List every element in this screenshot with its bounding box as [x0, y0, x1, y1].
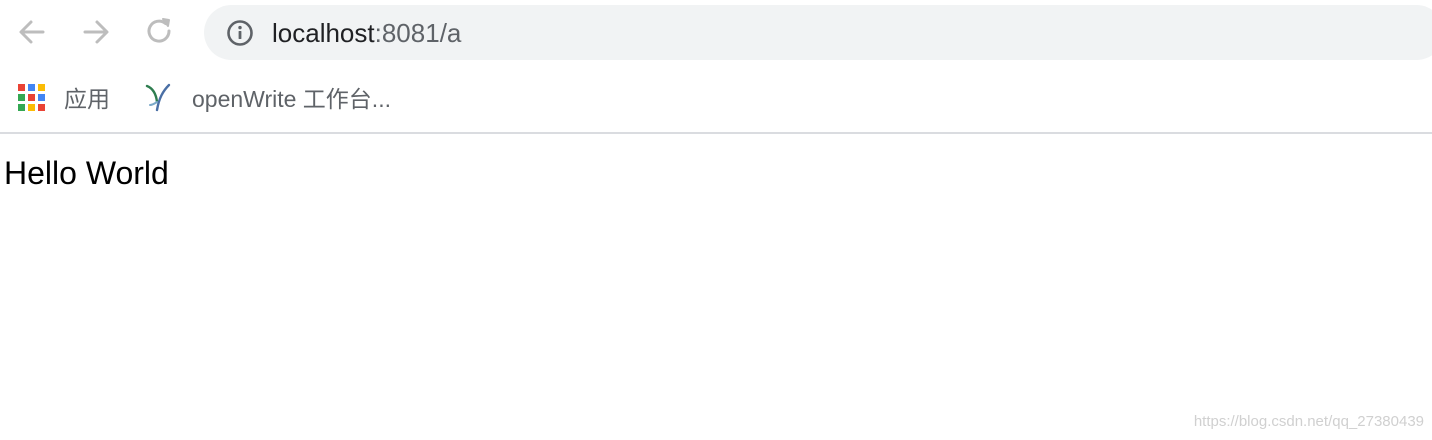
bookmark-apps[interactable]: 应用: [18, 80, 110, 114]
reload-button[interactable]: [142, 14, 178, 50]
watermark: https://blog.csdn.net/qq_27380439: [1193, 413, 1424, 430]
browser-toolbar: localhost:8081/a: [0, 0, 1432, 66]
body-text: Hello World: [4, 155, 169, 191]
address-bar[interactable]: localhost:8081/a: [204, 5, 1432, 60]
reload-icon: [147, 18, 171, 43]
bookmark-openwrite[interactable]: openWrite 工作台...: [143, 80, 391, 114]
apps-grid-dot: [28, 103, 35, 111]
forward-button[interactable]: [78, 14, 114, 50]
openwrite-leaf-icon: [145, 83, 171, 112]
url-path: :8081/a: [374, 18, 462, 48]
apps-grid-dot: [28, 83, 35, 91]
page-content: Hello World: [0, 134, 1432, 440]
apps-grid-icon: [18, 83, 45, 111]
url-text[interactable]: localhost:8081/a: [272, 18, 461, 48]
apps-grid-dot: [38, 83, 45, 91]
bookmark-apps-label: 应用: [64, 86, 110, 112]
bookmark-openwrite-label: openWrite 工作台...: [192, 86, 391, 112]
arrow-right-icon: [83, 20, 109, 44]
url-host: localhost: [272, 18, 375, 48]
apps-grid-dot: [28, 93, 35, 101]
back-button[interactable]: [14, 14, 50, 50]
apps-grid-dot: [18, 93, 25, 101]
apps-grid-dot: [18, 103, 25, 111]
apps-grid-dot: [38, 103, 45, 111]
info-circle-icon[interactable]: [226, 19, 254, 47]
arrow-left-icon: [19, 20, 45, 44]
apps-grid-dot: [18, 83, 25, 91]
bookmarks-bar: 应用 openWrite 工作台...: [0, 66, 1432, 134]
apps-grid-dot: [38, 93, 45, 101]
